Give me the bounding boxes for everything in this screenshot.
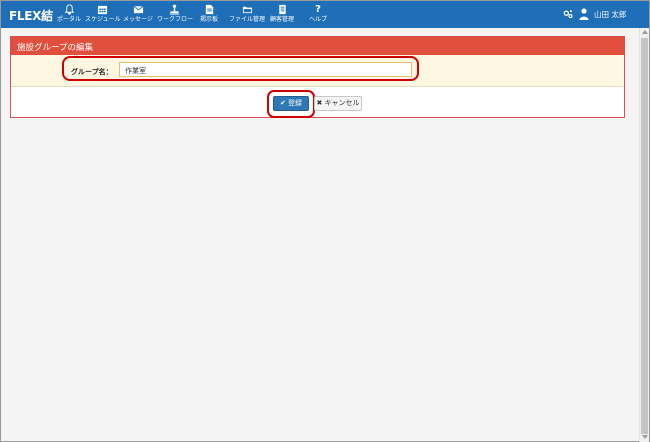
nav-workflow[interactable]: ワークフロー bbox=[157, 3, 194, 27]
nav-portal[interactable]: ポータル bbox=[57, 3, 81, 27]
brand-logo[interactable]: FLEX結 bbox=[9, 7, 53, 24]
group-name-highlight bbox=[62, 56, 419, 81]
nav-message-label: メッセージ bbox=[123, 16, 153, 23]
envelope-icon bbox=[123, 3, 153, 16]
app-window: FLEX結 ポータル スケジュール メッセージ ワークフロー 掲示板 ファイル管… bbox=[0, 0, 650, 442]
nav-bulletin[interactable]: 掲示板 bbox=[197, 3, 221, 27]
scroll-thumb[interactable] bbox=[641, 38, 648, 434]
help-icon: ? bbox=[315, 4, 321, 15]
customer-icon bbox=[267, 3, 297, 16]
save-button-highlight bbox=[267, 90, 315, 118]
calendar-icon bbox=[85, 3, 119, 16]
user-name[interactable]: 山田 太郎 bbox=[594, 9, 626, 20]
bell-icon bbox=[57, 3, 81, 16]
top-navbar: FLEX結 ポータル スケジュール メッセージ ワークフロー 掲示板 ファイル管… bbox=[1, 1, 649, 28]
scroll-down-arrow-icon[interactable] bbox=[642, 435, 648, 439]
nav-portal-label: ポータル bbox=[57, 16, 82, 23]
user-icon bbox=[579, 8, 589, 20]
nav-help-label: ヘルプ bbox=[308, 16, 327, 23]
nav-message[interactable]: メッセージ bbox=[123, 3, 153, 27]
nav-workflow-label: ワークフロー bbox=[157, 16, 194, 23]
cancel-button-label: キャンセル bbox=[324, 99, 360, 107]
nav-file-management[interactable]: ファイル管理 bbox=[229, 3, 265, 27]
scroll-up-arrow-icon[interactable] bbox=[642, 30, 648, 34]
nav-schedule-label: スケジュール bbox=[85, 16, 121, 23]
nav-customer-management[interactable]: 顧客管理 bbox=[267, 3, 297, 27]
nav-help[interactable]: ? ヘルプ bbox=[307, 3, 329, 27]
nav-bulletin-label: 掲示板 bbox=[199, 16, 218, 23]
cancel-button[interactable]: ✖ キャンセル bbox=[314, 96, 362, 111]
workflow-icon bbox=[157, 3, 191, 16]
panel-title: 施設グループの編集 bbox=[11, 37, 624, 55]
bulletin-icon bbox=[197, 3, 221, 16]
folder-icon bbox=[229, 3, 265, 16]
nav-customer-management-label: 顧客管理 bbox=[269, 16, 294, 23]
nav-schedule[interactable]: スケジュール bbox=[85, 3, 121, 27]
close-icon: ✖ bbox=[316, 99, 323, 107]
vertical-scrollbar[interactable] bbox=[639, 28, 649, 442]
settings-gear-icon[interactable] bbox=[563, 9, 573, 19]
nav-file-management-label: ファイル管理 bbox=[229, 16, 266, 23]
